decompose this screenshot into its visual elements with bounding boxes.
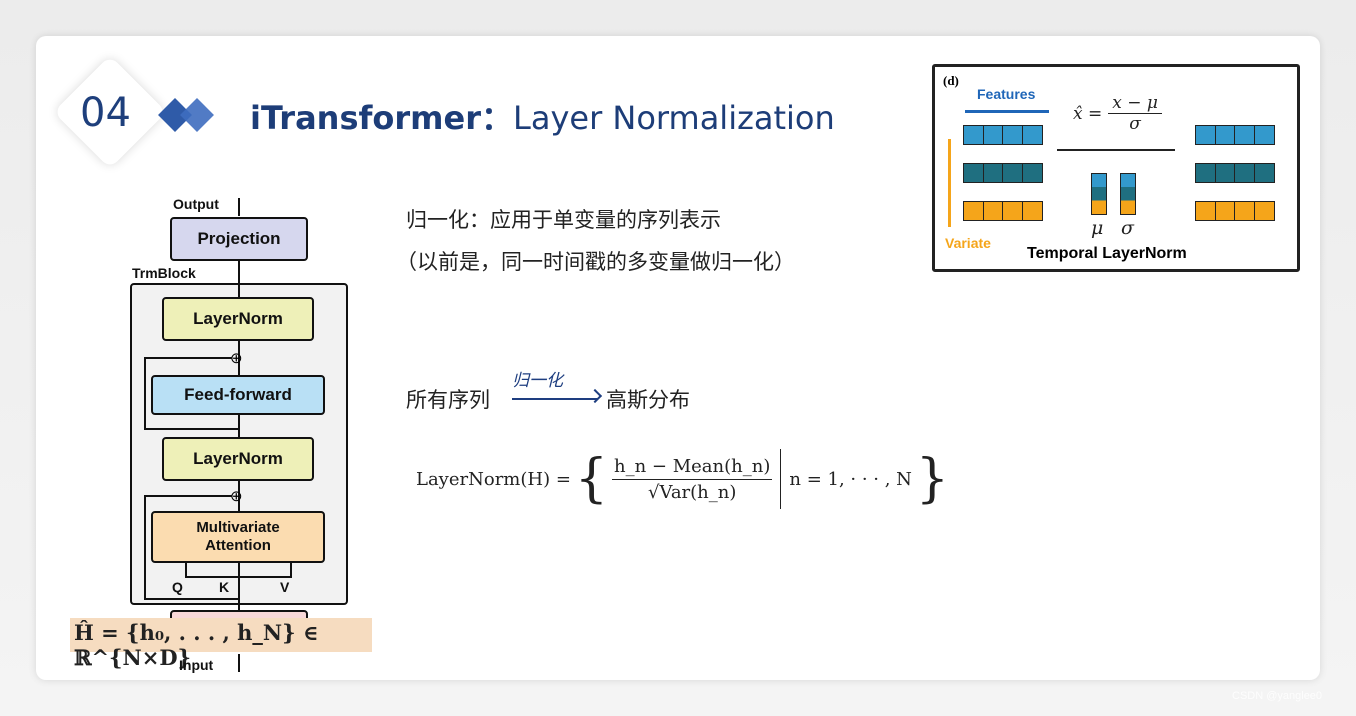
all-series-text: 所有序列 [406,388,490,412]
equation-lhs: x̂ = [1073,103,1103,124]
output-row-orange [1195,201,1275,221]
formula-denominator: √Var(h_n) [648,481,737,503]
output-row-blue [1195,125,1275,145]
output-label: Output [173,196,219,212]
q-label: Q [172,579,183,595]
output-row-teal [1195,163,1275,183]
gaussian-text: 高斯分布 [606,388,690,412]
formula-lhs: LayerNorm(H) = [416,468,571,490]
layernorm-top-box: LayerNorm [162,297,314,341]
k-label: K [219,579,230,595]
formula-condition: n = 1, · · · , N [789,468,912,490]
v-label: V [280,579,290,595]
attention-line2: Attention [205,537,271,554]
figure-caption: Temporal LayerNorm [1027,245,1187,262]
arrow-icon [512,398,598,400]
page-title: iTransformer：Layer Normalization [250,93,835,139]
sigma-stack [1120,173,1136,215]
handwritten-normalize: 归一化 [512,371,563,390]
normalization-note: 归一化：应用于单变量的序列表示 [406,208,721,232]
previous-note: （以前是，同一时间戳的多变量做归一化） [396,250,795,274]
layernorm-bottom-box: LayerNorm [162,437,314,481]
mu-label: μ [1091,217,1104,239]
variate-arrow-icon [948,139,951,227]
feature-row-orange [963,201,1043,221]
projection-box: Projection [170,217,308,261]
attention-box: Multivariate Attention [151,511,325,563]
feed-forward-box: Feed-forward [151,375,325,415]
equation-num: x − μ [1108,93,1162,114]
features-label: Features [977,86,1036,102]
sigma-label: σ [1121,217,1134,239]
normalize-equation: x̂ = x − μσ [1073,93,1162,134]
attention-line1: Multivariate [196,519,280,536]
watermark: CSDN @yanglee0 [1232,690,1323,702]
features-arrow-icon [965,110,1049,113]
trmblock-label: TrmBlock [132,265,196,281]
arrow-icon [1057,149,1175,151]
layernorm-formula: LayerNorm(H) = { h_n − Mean(h_n) √Var(h_… [416,449,950,509]
equation-den: σ [1129,114,1141,134]
panel-label: (d) [943,73,959,88]
section-number: 04 [80,90,131,136]
feature-row-teal [963,163,1043,183]
title-bold: iTransformer： [250,99,514,137]
embedding-formula: Ĥ = {h₀, . . . , h_N} ∈ ℝ^{N×D} [70,618,372,670]
variate-label: Variate [945,235,991,251]
formula-numerator: h_n − Mean(h_n) [612,456,773,480]
temporal-layernorm-figure: (d) Features Variate x̂ = x − μσ μ σ Tem… [932,64,1300,272]
input-label: Input [179,657,214,673]
feature-row-blue [963,125,1043,145]
title-rest: Layer Normalization [513,99,835,137]
mu-stack [1091,173,1107,215]
